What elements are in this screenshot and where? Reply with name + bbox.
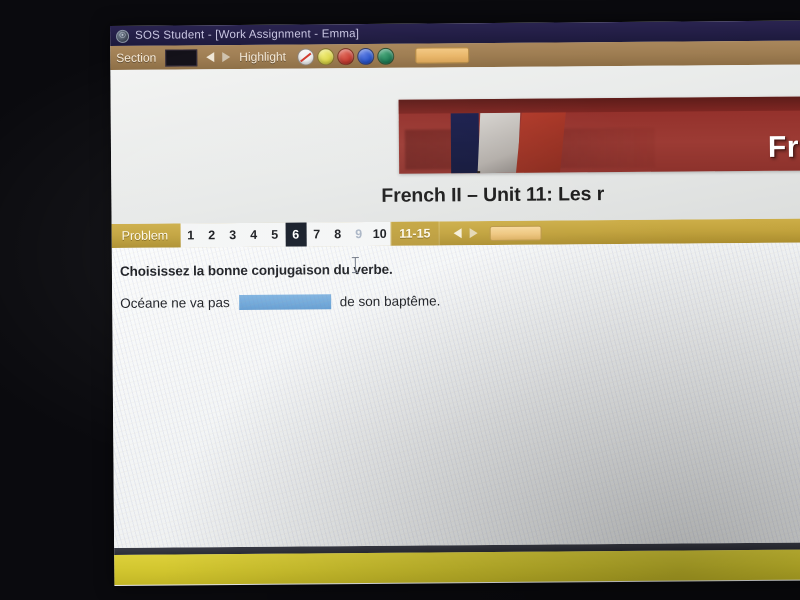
problem-bar-filler [541,218,800,244]
sentence-before-blank: Océane ne va pas [120,295,230,311]
highlight-swatches [296,47,395,66]
bottom-gold-bar [114,549,800,585]
green-highlight-swatch[interactable] [376,47,395,65]
question-sentence: Océane ne va pas de son baptême. [120,290,800,311]
screen-moire-texture [111,242,800,548]
problem-tab-7[interactable]: 7 [306,222,327,246]
problem-tab-3[interactable]: 3 [222,223,243,247]
triangle-right-icon[interactable] [222,52,231,63]
flag-pole [477,171,481,174]
french-flag [450,112,566,174]
application-window: ☉ SOS Student - [Work Assignment - Emma]… [110,20,800,586]
problem-nav-arrows [438,221,490,246]
section-select[interactable] [165,48,198,67]
triangle-left-icon[interactable] [453,228,462,239]
blue-highlight-swatch[interactable] [356,47,375,65]
no-highlight-swatch[interactable] [296,47,315,66]
problem-label: Problem [121,228,169,243]
problem-tab-5[interactable]: 5 [264,223,285,247]
banner-word: Fren [767,130,800,164]
page-title: French II – Unit 11: Les r [381,183,605,207]
problem-number-list: 1 2 3 4 5 6 7 8 9 10 [180,221,391,248]
section-label: Section [116,50,157,65]
sentence-after-blank: de son baptême. [339,293,441,310]
flag-red-band [516,112,566,173]
red-highlight-swatch[interactable] [336,47,355,65]
problem-tab-8[interactable]: 8 [327,222,348,246]
flag-white-band [477,112,521,174]
yellow-highlight-swatch[interactable] [316,47,335,65]
section-nav-arrows [206,52,231,63]
problem-action-button[interactable] [489,225,542,241]
problem-tab-2[interactable]: 2 [201,223,222,247]
highlight-label: Highlight [239,49,287,64]
course-banner: Fren [398,96,800,174]
flag-blue-band [450,113,480,174]
toolbar-action-button[interactable] [414,47,470,64]
problem-tab-9[interactable]: 9 [348,222,369,246]
window-title: SOS Student - [Work Assignment - Emma] [135,28,360,42]
answer-blank-field[interactable] [238,294,331,310]
app-circle-icon: ☉ [116,29,130,43]
banner-top-edge [398,96,800,114]
photo-of-screen: ☉ SOS Student - [Work Assignment - Emma]… [0,0,800,600]
problem-range-tab[interactable]: 11-15 [390,221,439,246]
triangle-right-icon[interactable] [469,228,478,239]
question-prompt: Choisissez la bonne conjugaison du verbe… [119,261,393,279]
triangle-left-icon[interactable] [206,52,215,63]
text-ibeam-cursor [354,257,356,274]
question-content: Choisissez la bonne conjugaison du verbe… [111,242,800,548]
problem-tab-4[interactable]: 4 [243,223,264,247]
problem-tab-1[interactable]: 1 [180,223,201,247]
document-header: Fren French II – Unit 11: Les r [110,64,800,224]
problem-tab-6[interactable]: 6 [285,222,307,247]
problem-tab-10[interactable]: 10 [369,222,390,246]
